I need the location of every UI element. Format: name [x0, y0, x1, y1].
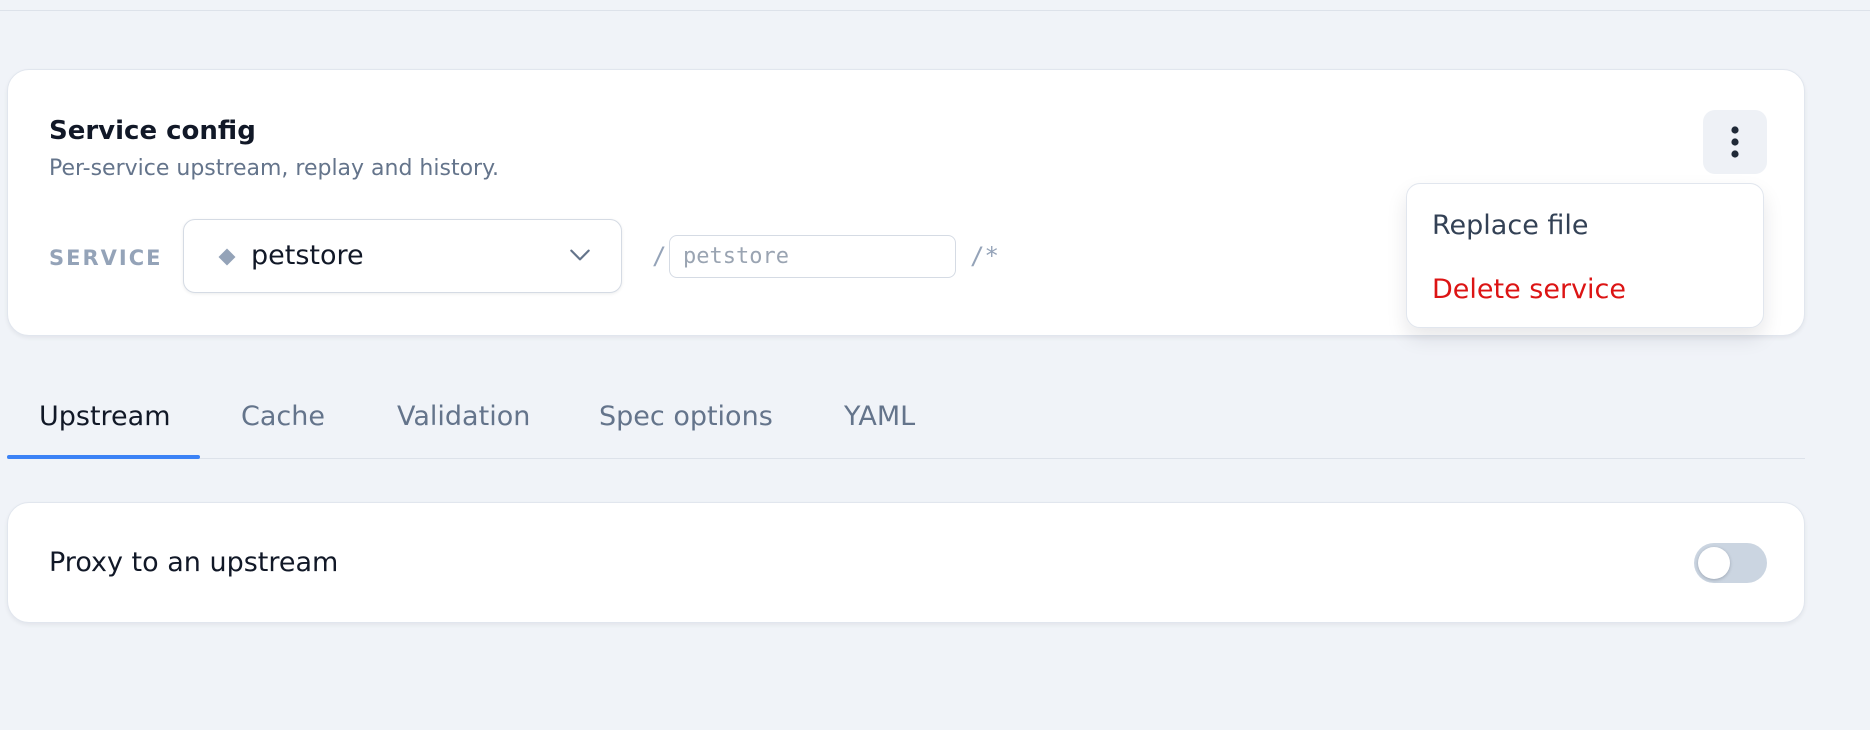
- chevron-down-icon: [570, 249, 590, 261]
- menu-item-delete-service[interactable]: Delete service: [1432, 274, 1626, 305]
- tab-validation[interactable]: Validation: [397, 401, 530, 432]
- menu-item-replace-file[interactable]: Replace file: [1432, 210, 1589, 241]
- path-input[interactable]: [669, 235, 956, 278]
- config-tabs: Upstream Cache Validation Spec options Y…: [7, 391, 1805, 459]
- proxy-upstream-label: Proxy to an upstream: [49, 547, 339, 578]
- service-select-value: petstore: [251, 240, 364, 271]
- tab-yaml[interactable]: YAML: [844, 401, 915, 432]
- tab-spec-options[interactable]: Spec options: [599, 401, 773, 432]
- kebab-icon: [1731, 126, 1739, 158]
- service-options-menu: Replace file Delete service: [1406, 183, 1764, 328]
- card-subtitle: Per-service upstream, replay and history…: [49, 156, 499, 181]
- path-suffix: /*: [970, 242, 999, 270]
- service-select[interactable]: petstore: [183, 219, 622, 293]
- diamond-icon: [218, 248, 236, 266]
- path-prefix-slash: /: [652, 242, 667, 270]
- toggle-knob: [1698, 547, 1730, 579]
- top-divider: [0, 0, 1870, 11]
- tab-upstream[interactable]: Upstream: [39, 401, 171, 432]
- active-tab-indicator: [7, 455, 200, 459]
- tab-cache[interactable]: Cache: [241, 401, 325, 432]
- card-title: Service config: [49, 116, 256, 146]
- more-options-button[interactable]: [1703, 110, 1767, 174]
- service-label: SERVICE: [49, 246, 163, 270]
- proxy-upstream-toggle[interactable]: [1694, 543, 1767, 583]
- proxy-upstream-card: Proxy to an upstream: [7, 502, 1805, 623]
